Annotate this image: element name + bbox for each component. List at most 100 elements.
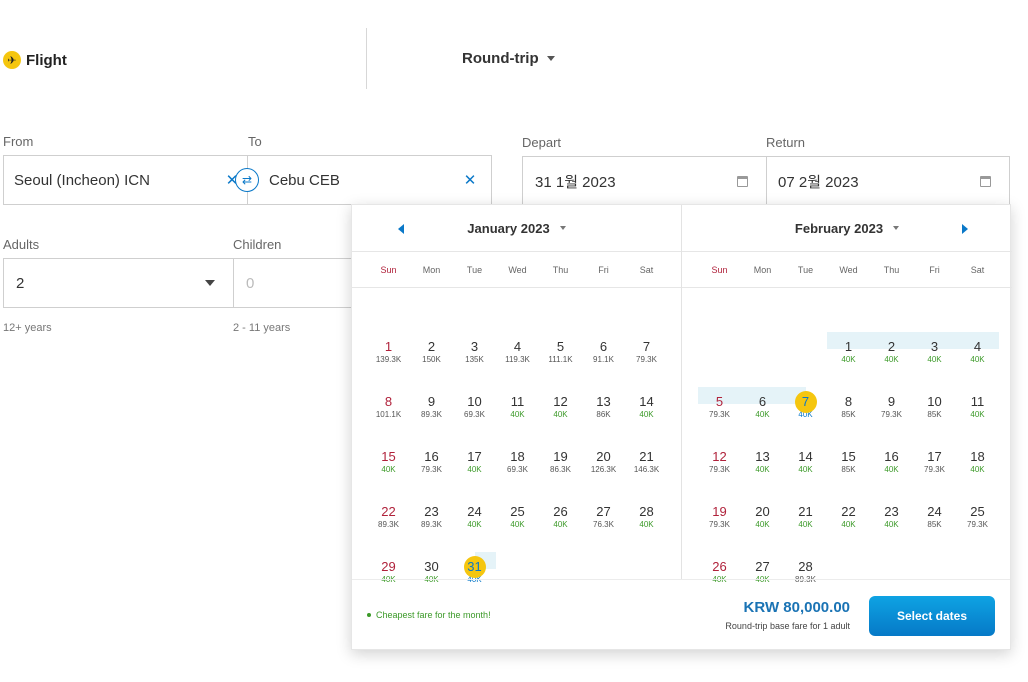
day-number: 24 (467, 504, 482, 519)
day-number: 3 (470, 339, 479, 354)
day-number: 12 (712, 449, 727, 464)
calendar-day[interactable]: 8 85K (827, 393, 870, 448)
calendar-day[interactable]: 10 85K (913, 393, 956, 448)
to-value: Cebu CEB (269, 171, 340, 189)
cheapest-legend: Cheapest fare for the month! (367, 610, 491, 620)
calendar-day[interactable]: 9 79.3K (870, 393, 913, 448)
calendar-day[interactable]: 9 89.3K (410, 393, 453, 448)
calendar-day[interactable]: 6 91.1K (582, 338, 625, 393)
calendar-day[interactable]: 2 40K (870, 332, 913, 393)
from-field[interactable]: Seoul (Incheon) ICN ✕ (3, 155, 248, 205)
calendar-day[interactable]: 18 40K (956, 448, 999, 503)
clear-to-icon[interactable]: ✕ (455, 171, 485, 189)
children-select[interactable]: 0 (233, 258, 358, 308)
days-grid: 1 40K 2 40K 3 40K 4 40K 5 79.3K 6 40K 7 40K 8 85K 9 79.3K… (682, 288, 1012, 613)
calendar-day[interactable]: 12 40K (539, 393, 582, 448)
calendar-day[interactable]: 24 40K (453, 503, 496, 558)
day-number: 23 (424, 504, 439, 519)
calendar-day[interactable]: 21 40K (784, 503, 827, 558)
day-number: 5 (715, 394, 724, 409)
day-number: 9 (887, 394, 896, 409)
day-number: 14 (798, 449, 813, 464)
calendar-day[interactable]: 28 40K (625, 503, 668, 558)
calendar-day[interactable]: 27 76.3K (582, 503, 625, 558)
calendar-day[interactable]: 8 101.1K (367, 393, 410, 448)
calendar-day[interactable]: 26 40K (539, 503, 582, 558)
calendar-day[interactable]: 1 139.3K (367, 338, 410, 393)
weekday-label: Wed (839, 264, 858, 275)
calendar-day[interactable]: 16 40K (870, 448, 913, 503)
calendar-day[interactable]: 4 119.3K (496, 338, 539, 393)
next-month-icon[interactable] (962, 224, 968, 234)
calendar-day[interactable]: 15 40K (367, 448, 410, 503)
day-number: 7 (642, 339, 651, 354)
day-number: 23 (884, 504, 899, 519)
calendar-day[interactable]: 12 79.3K (698, 448, 741, 503)
month-title[interactable]: February 2023 (795, 221, 883, 236)
fare-summary: KRW 80,000.00 Round-trip base fare for 1… (725, 599, 850, 631)
prev-month-icon[interactable] (398, 224, 404, 234)
calendar-day[interactable]: 4 40K (956, 332, 999, 393)
weekday-label: Mon (422, 264, 441, 275)
day-number: 21 (798, 504, 813, 519)
calendar-day[interactable]: 2 150K (410, 338, 453, 393)
calendar-day[interactable]: 24 85K (913, 503, 956, 558)
calendar-day[interactable]: 14 40K (625, 393, 668, 448)
calendar-day[interactable]: 25 40K (496, 503, 539, 558)
date-picker-footer: Cheapest fare for the month! KRW 80,000.… (352, 579, 1010, 651)
weekday-label: Thu (883, 264, 900, 275)
day-number: 21 (639, 449, 654, 464)
date-picker-popup: January 2023 Sun Mon Tue Wed Thu Fri Sat… (351, 204, 1012, 651)
day-number: 8 (384, 394, 393, 409)
calendar-day[interactable]: 3 135K (453, 338, 496, 393)
select-dates-button[interactable]: Select dates (869, 596, 995, 636)
calendar-day[interactable]: 20 40K (741, 503, 784, 558)
calendar-day[interactable]: 19 86.3K (539, 448, 582, 503)
adults-select[interactable]: 2 (3, 258, 234, 308)
day-number: 17 (927, 449, 942, 464)
calendar-day[interactable]: 11 40K (956, 393, 999, 448)
calendar-day[interactable]: 23 40K (870, 503, 913, 558)
calendar-day[interactable]: 18 69.3K (496, 448, 539, 503)
day-number: 11 (510, 394, 525, 409)
calendar-day[interactable]: 1 40K (827, 332, 870, 393)
calendar-day[interactable]: 13 40K (741, 448, 784, 503)
calendar-day[interactable]: 7 79.3K (625, 338, 668, 393)
calendar-icon (737, 175, 748, 187)
calendar-day[interactable]: 7 40K (784, 387, 827, 448)
calendar-day[interactable]: 20 126.3K (582, 448, 625, 503)
calendar-day[interactable]: 16 79.3K (410, 448, 453, 503)
calendar-day[interactable]: 10 69.3K (453, 393, 496, 448)
calendar-day[interactable]: 3 40K (913, 332, 956, 393)
calendar-day[interactable]: 5 79.3K (698, 387, 741, 448)
calendar-day[interactable]: 22 89.3K (367, 503, 410, 558)
weekday-label: Sat (639, 264, 654, 275)
calendar-day[interactable]: 6 40K (741, 387, 784, 448)
return-date-field[interactable]: 07 2월 2023 (766, 156, 1010, 206)
calendar-day[interactable]: 25 79.3K (956, 503, 999, 558)
to-field[interactable]: Cebu CEB ✕ (247, 155, 492, 205)
calendar-day[interactable]: 23 89.3K (410, 503, 453, 558)
calendar-day[interactable]: 22 40K (827, 503, 870, 558)
calendar-day[interactable]: 13 86K (582, 393, 625, 448)
calendar-day[interactable]: 19 79.3K (698, 503, 741, 558)
trip-type-flight[interactable]: ✈ Flight (3, 51, 67, 69)
calendar-day[interactable]: 21 146.3K (625, 448, 668, 503)
swap-icon[interactable]: ⇄ (235, 168, 259, 192)
calendar-day[interactable]: 5 111.1K (539, 338, 582, 393)
weekday-header: Sun Mon Tue Wed Thu Fri Sat (352, 252, 681, 288)
calendar-day[interactable]: 11 40K (496, 393, 539, 448)
day-number: 13 (596, 394, 611, 409)
day-number: 7 (794, 391, 817, 413)
calendar-day[interactable]: 17 40K (453, 448, 496, 503)
weekday-label: Wed (508, 264, 527, 275)
month-title[interactable]: January 2023 (467, 221, 549, 236)
round-trip-dropdown[interactable]: Round-trip (462, 50, 555, 67)
calendar-day[interactable]: 17 79.3K (913, 448, 956, 503)
from-label: From (3, 134, 34, 149)
depart-date-field[interactable]: 31 1월 2023 (522, 156, 767, 206)
calendar-day[interactable]: 14 40K (784, 448, 827, 503)
calendar-day[interactable]: 15 85K (827, 448, 870, 503)
legend-text: Cheapest fare for the month! (376, 610, 491, 620)
day-number: 16 (884, 449, 899, 464)
